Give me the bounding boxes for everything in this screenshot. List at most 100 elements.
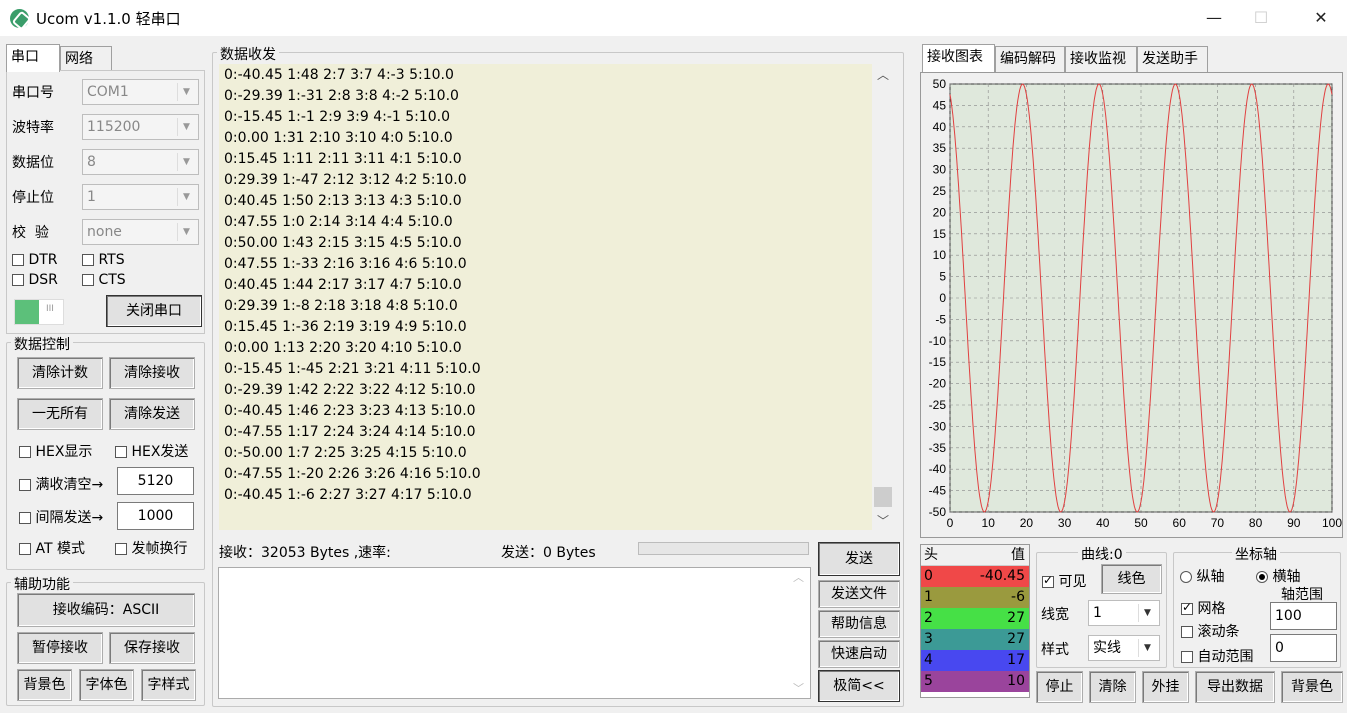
minimize-icon[interactable]: — [1191,0,1237,36]
row-head: 1 [924,589,933,605]
receive-line: 0:47.55 1:0 2:14 3:14 4:4 5:10.0 [224,214,453,230]
tab-network[interactable]: 网络 [60,46,112,72]
chevron-down-icon: ▼ [1138,604,1156,622]
port-select[interactable]: COM1 ▼ [82,79,199,105]
full-clear-checkbox[interactable]: 满收清空→ [19,474,103,494]
maximize-icon[interactable]: ☐ [1238,0,1284,36]
x-tick-label: 70 [1211,516,1225,530]
external-button[interactable]: 外挂 [1142,671,1189,703]
data-transfer-title: 数据收发 [217,44,279,64]
value-column-header: 值 [1011,547,1025,563]
table-row[interactable]: 3 27 [921,629,1029,650]
frame-newline-checkbox[interactable]: 发帧换行 [115,538,187,558]
dtr-checkbox[interactable]: DTR [12,252,58,268]
dsr-checkbox[interactable]: DSR [12,272,58,288]
cts-checkbox[interactable]: CTS [82,272,126,288]
clear-recv-button[interactable]: 清除接收 [109,357,195,389]
tab-recv-monitor[interactable]: 接收监视 [1065,46,1137,72]
save-recv-button[interactable]: 保存接收 [109,632,195,664]
row-value: -6 [1011,589,1025,605]
tab-codec[interactable]: 编码解码 [995,46,1065,72]
hex-display-checkbox[interactable]: HEX显示 [19,441,92,461]
hex-send-label: HEX发送 [131,444,189,460]
clear-chart-button[interactable]: 清除 [1089,671,1136,703]
parity-select[interactable]: none ▼ [82,219,199,245]
x-tick-label: 50 [1134,516,1148,530]
tab-recv-chart[interactable]: 接收图表 [922,44,995,72]
row-value: 10 [1007,673,1025,689]
table-row[interactable]: 5 10 [921,671,1029,692]
scrollbar-checkbox[interactable]: 滚动条 [1181,621,1239,641]
stop-button[interactable]: 停止 [1036,671,1083,703]
send-file-button[interactable]: 发送文件 [818,580,900,608]
font-color-button[interactable]: 字体色 [79,669,134,701]
quick-start-button[interactable]: 快速启动 [818,640,900,668]
auto-range-checkbox[interactable]: 自动范围 [1181,646,1253,666]
table-row[interactable]: 4 17 [921,650,1029,671]
checkbox-icon [1181,651,1193,663]
pause-recv-button[interactable]: 暂停接收 [17,632,103,664]
clear-send-button[interactable]: 清除发送 [109,398,195,430]
y-tick-label: -25 [929,398,947,412]
line-style-select[interactable]: 实线 ▼ [1088,635,1160,661]
parity-label: 校 验 [12,225,49,241]
line-color-button[interactable]: 线色 [1101,564,1162,594]
clear-count-button[interactable]: 清除计数 [17,357,103,389]
interval-send-checkbox[interactable]: 间隔发送→ [19,507,103,527]
baud-select[interactable]: 115200 ▼ [82,114,199,140]
port-toggle[interactable]: III [14,299,64,325]
tab-send-helper[interactable]: 发送助手 [1137,46,1208,72]
axis-range-input[interactable]: 100 [1270,602,1337,630]
receive-line: 0:-15.45 1:-1 2:9 3:9 4:-1 5:10.0 [224,109,451,125]
close-port-button[interactable]: 关闭串口 [106,295,202,327]
receive-line: 0:0.00 1:13 2:20 3:20 4:10 5:10.0 [224,340,462,356]
hex-send-checkbox[interactable]: HEX发送 [115,441,188,461]
simple-mode-button[interactable]: 极简<< [818,670,900,702]
line-width-select[interactable]: 1 ▼ [1088,600,1160,626]
checkbox-icon [19,479,31,491]
close-icon[interactable]: ✕ [1298,0,1344,36]
table-row[interactable]: 0 -40.45 [921,566,1029,587]
checkbox-icon [1042,573,1054,588]
font-style-button[interactable]: 字样式 [141,669,196,701]
axis-offset-input[interactable]: 0 [1270,634,1337,662]
y-tick-label: -50 [929,505,947,519]
databits-select[interactable]: 8 ▼ [82,149,199,175]
send-textarea[interactable] [218,567,811,699]
checkbox-icon [82,254,94,266]
x-tick-label: 30 [1058,516,1072,530]
help-button[interactable]: 帮助信息 [818,610,900,638]
grid-label: 网格 [1197,601,1226,617]
bg-color-button[interactable]: 背景色 [17,669,72,701]
rts-checkbox[interactable]: RTS [82,252,125,268]
at-mode-checkbox[interactable]: AT 模式 [19,538,85,558]
send-button[interactable]: 发送 [818,542,900,576]
receive-textarea[interactable]: 0:-40.45 1:48 2:7 3:7 4:-3 5:10.0 0:-29.3… [219,64,872,530]
chevron-up-icon: ︿ [877,68,890,82]
horizontal-axis-radio[interactable]: 横轴 [1256,566,1300,586]
row-head: 2 [924,610,933,626]
receive-scrollbar[interactable]: ︿ ﹀ [872,64,894,530]
interval-input[interactable]: 1000 [117,502,194,530]
chevron-down-icon: ▼ [177,188,195,206]
recv-encoding-button[interactable]: 接收编码：ASCII [17,593,195,627]
export-data-button[interactable]: 导出数据 [1195,671,1275,703]
grid-checkbox[interactable]: 网格 [1181,598,1225,618]
y-tick-label: 50 [933,77,947,91]
scrollbar-thumb[interactable] [874,487,892,507]
checkbox-icon [19,512,31,524]
tab-serial[interactable]: 串口 [6,44,60,72]
vertical-axis-radio[interactable]: 纵轴 [1180,566,1224,586]
table-row[interactable]: 2 27 [921,608,1029,629]
clear-all-button[interactable]: 一无所有 [17,398,103,430]
title-bar [0,0,1347,36]
send-status: 发送：0 Bytes [501,545,596,561]
visible-checkbox[interactable]: 可见 [1042,571,1086,591]
x-tick-label: 0 [947,516,954,530]
full-clear-input[interactable]: 5120 [117,467,194,495]
chart-bg-button[interactable]: 背景色 [1281,671,1343,703]
y-tick-label: 15 [933,227,947,241]
data-control-title: 数据控制 [11,334,73,354]
stopbits-select[interactable]: 1 ▼ [82,184,199,210]
table-row[interactable]: 1 -6 [921,587,1029,608]
